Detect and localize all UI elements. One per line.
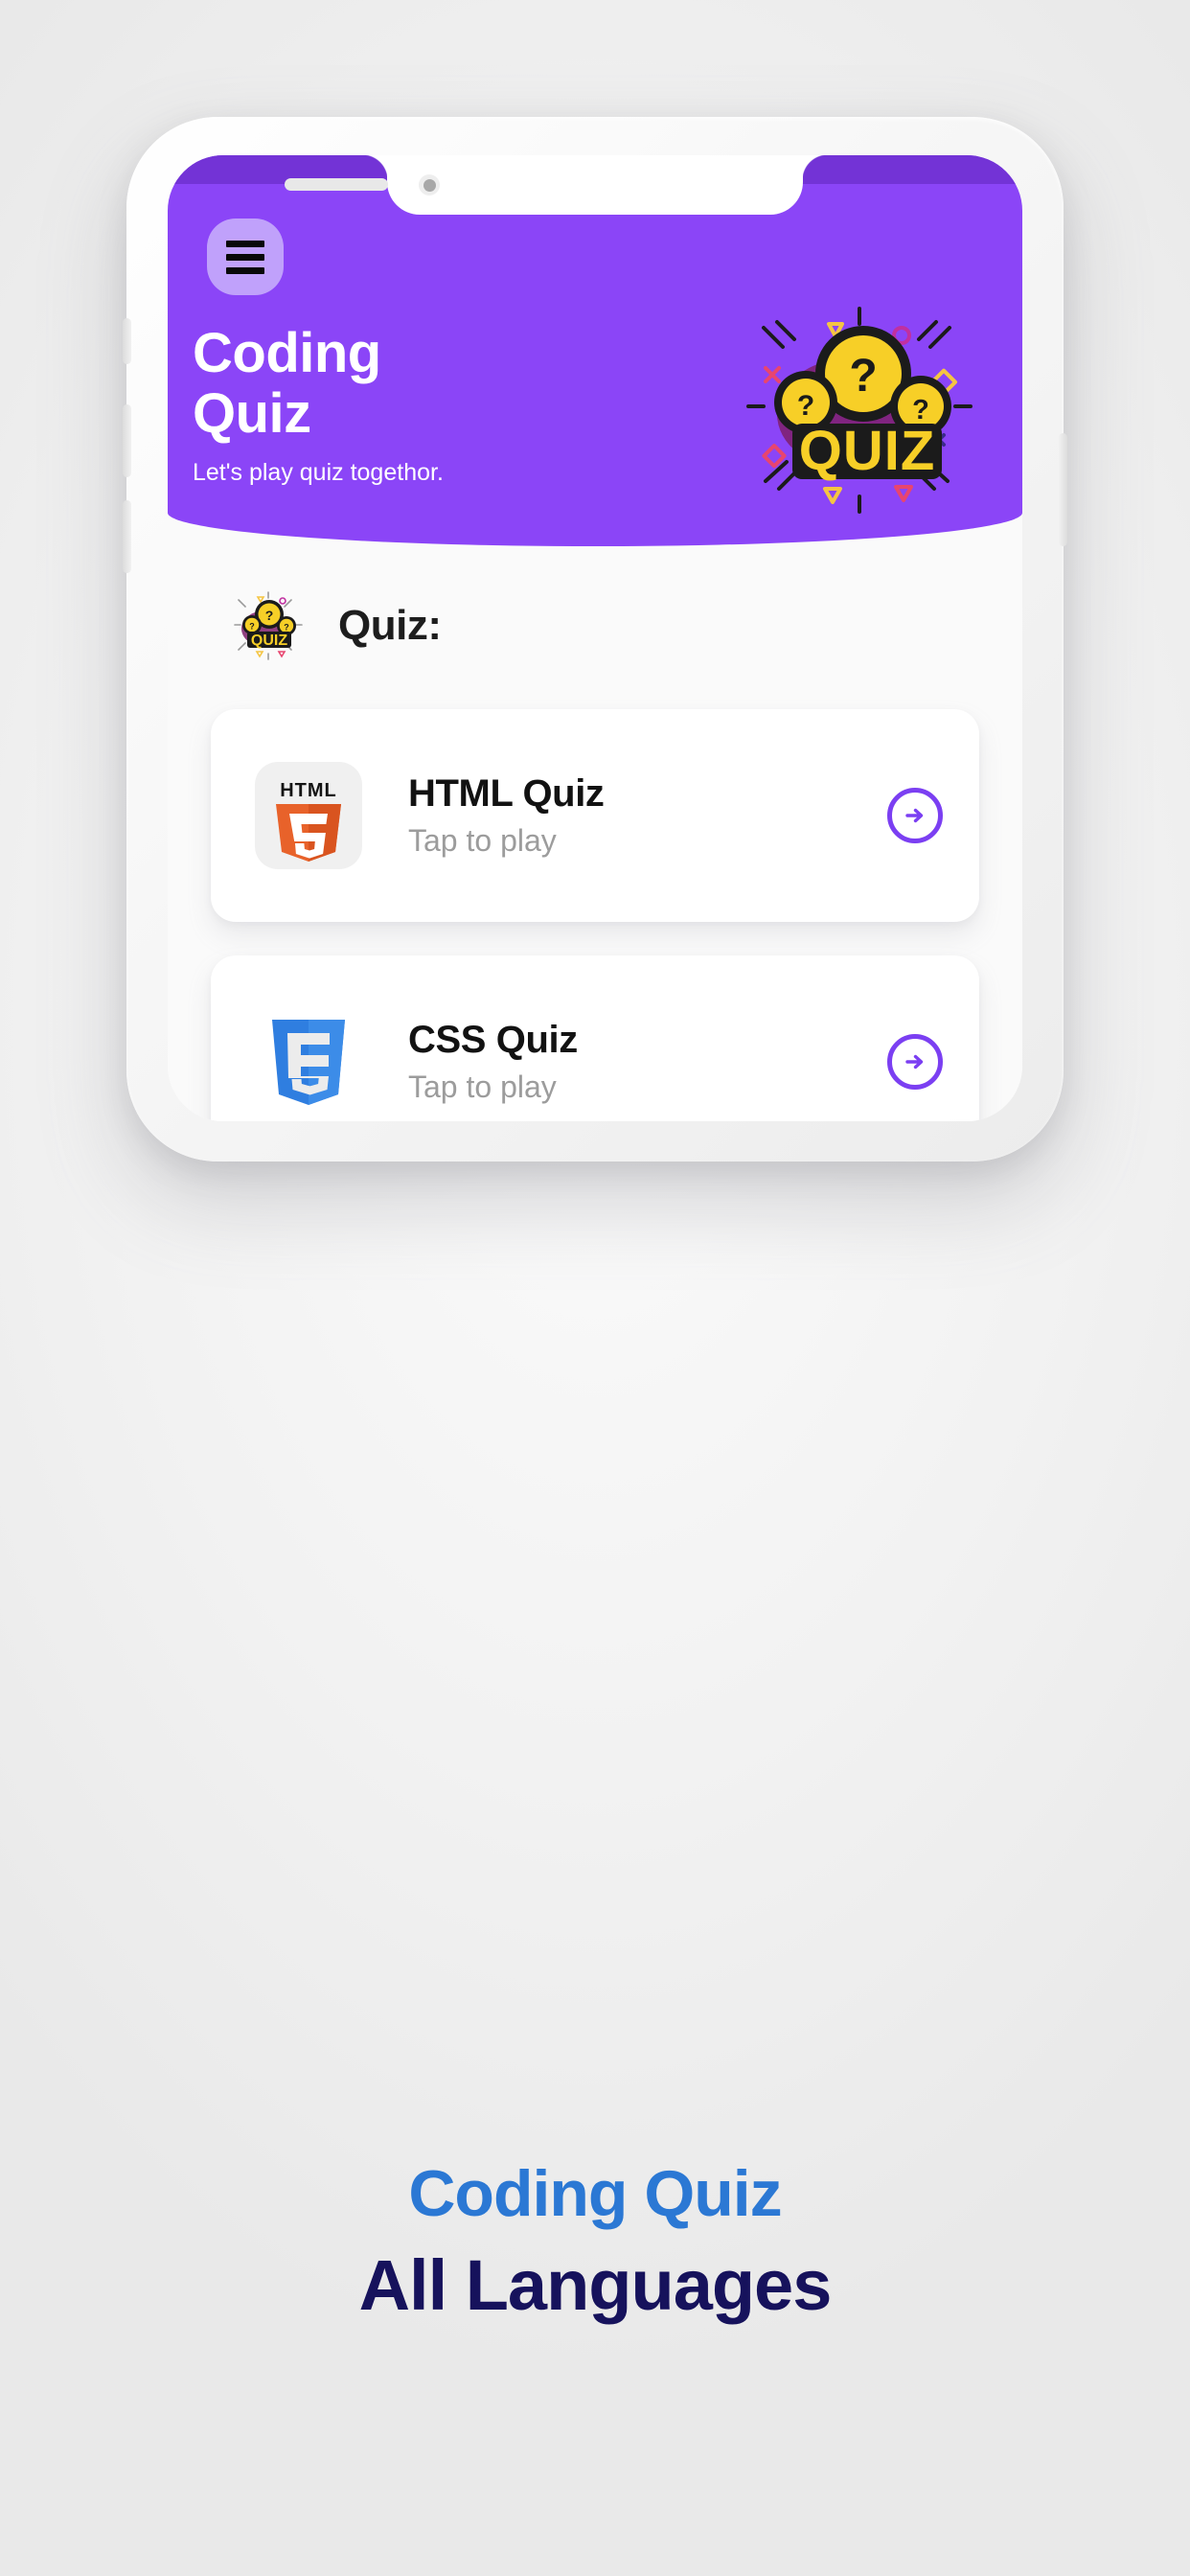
phone-screen: Coding Quiz Let's play quiz togethor. ? … — [168, 155, 1022, 1121]
list-item-texts: HTML Quiz Tap to play — [408, 772, 887, 859]
caption-line-1: Coding Quiz — [408, 2157, 782, 2230]
menu-bar-1 — [226, 240, 264, 247]
arrow-right-circle-icon[interactable] — [887, 788, 943, 843]
arrow-right-circle-icon[interactable] — [887, 1034, 943, 1090]
front-camera — [419, 174, 440, 196]
menu-bar-3 — [226, 266, 264, 274]
list-item[interactable]: HTML HTML Quiz Tap to play — [211, 709, 979, 922]
list-item-subtitle: Tap to play — [408, 823, 557, 858]
speaker-grille — [285, 178, 388, 191]
quiz-badge-illustration: ? ? ? QUIZ — [737, 299, 976, 519]
svg-text:QUIZ: QUIZ — [799, 420, 936, 482]
svg-text:HTML: HTML — [280, 780, 337, 801]
svg-text:?: ? — [265, 608, 274, 623]
app-root: Coding Quiz Let's play quiz togethor. ? … — [168, 155, 1022, 1121]
svg-text:?: ? — [284, 623, 289, 632]
quiz-badge-icon: ? ? ? QUIZ — [231, 588, 306, 663]
caption-block: Coding Quiz All Languages — [0, 2156, 1190, 2326]
section-header: ? ? ? QUIZ Quiz: — [231, 588, 1022, 663]
svg-text:?: ? — [249, 622, 255, 632]
svg-text:?: ? — [849, 351, 877, 402]
css3-logo-icon — [251, 1004, 366, 1119]
header-text-block: Coding Quiz Let's play quiz togethor. — [193, 322, 470, 487]
svg-text:?: ? — [797, 390, 814, 422]
volume-up-button[interactable] — [123, 404, 131, 477]
caption-line-2: All Languages — [358, 2245, 833, 2325]
hamburger-menu-icon[interactable] — [207, 218, 284, 295]
phone-notch — [362, 155, 828, 215]
silent-switch[interactable] — [123, 318, 131, 364]
list-item-title: HTML Quiz — [408, 772, 605, 815]
page-title: Coding Quiz — [193, 322, 381, 445]
list-item-subtitle: Tap to play — [408, 1070, 557, 1104]
list-item-texts: CSS Quiz Tap to play — [408, 1019, 887, 1105]
list-item[interactable]: CSS Quiz Tap to play — [211, 955, 979, 1121]
svg-text:QUIZ: QUIZ — [251, 632, 287, 649]
list-item-title: CSS Quiz — [408, 1019, 578, 1061]
volume-down-button[interactable] — [123, 500, 131, 573]
menu-bar-2 — [226, 253, 264, 261]
phone-mockup: Coding Quiz Let's play quiz togethor. ? … — [123, 117, 1067, 1162]
power-button[interactable] — [1059, 433, 1067, 546]
page-subtitle: Let's play quiz togethor. — [193, 459, 444, 487]
quiz-list: HTML HTML Quiz Tap to play CSS Quiz Tap … — [168, 709, 1022, 1121]
section-title: Quiz: — [338, 602, 442, 649]
html5-logo-icon: HTML — [251, 758, 366, 873]
